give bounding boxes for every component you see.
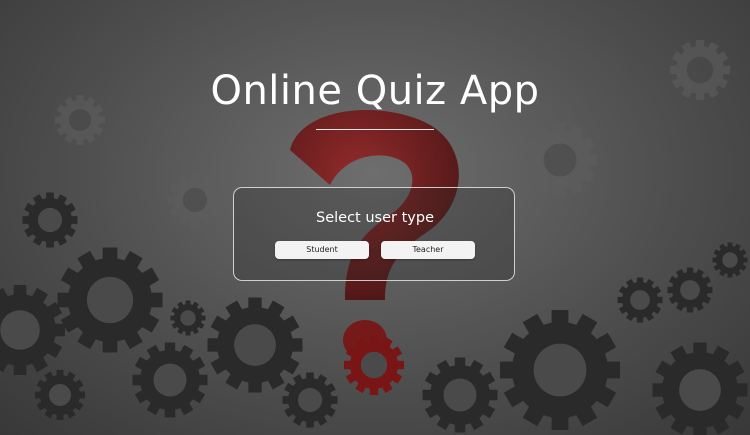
app-title: Online Quiz App xyxy=(210,68,540,114)
user-type-panel: Select user type Student Teacher xyxy=(233,187,515,281)
student-button[interactable]: Student xyxy=(275,241,369,259)
teacher-button[interactable]: Teacher xyxy=(381,241,475,259)
title-underline xyxy=(316,129,434,130)
user-type-heading: Select user type xyxy=(316,210,434,226)
